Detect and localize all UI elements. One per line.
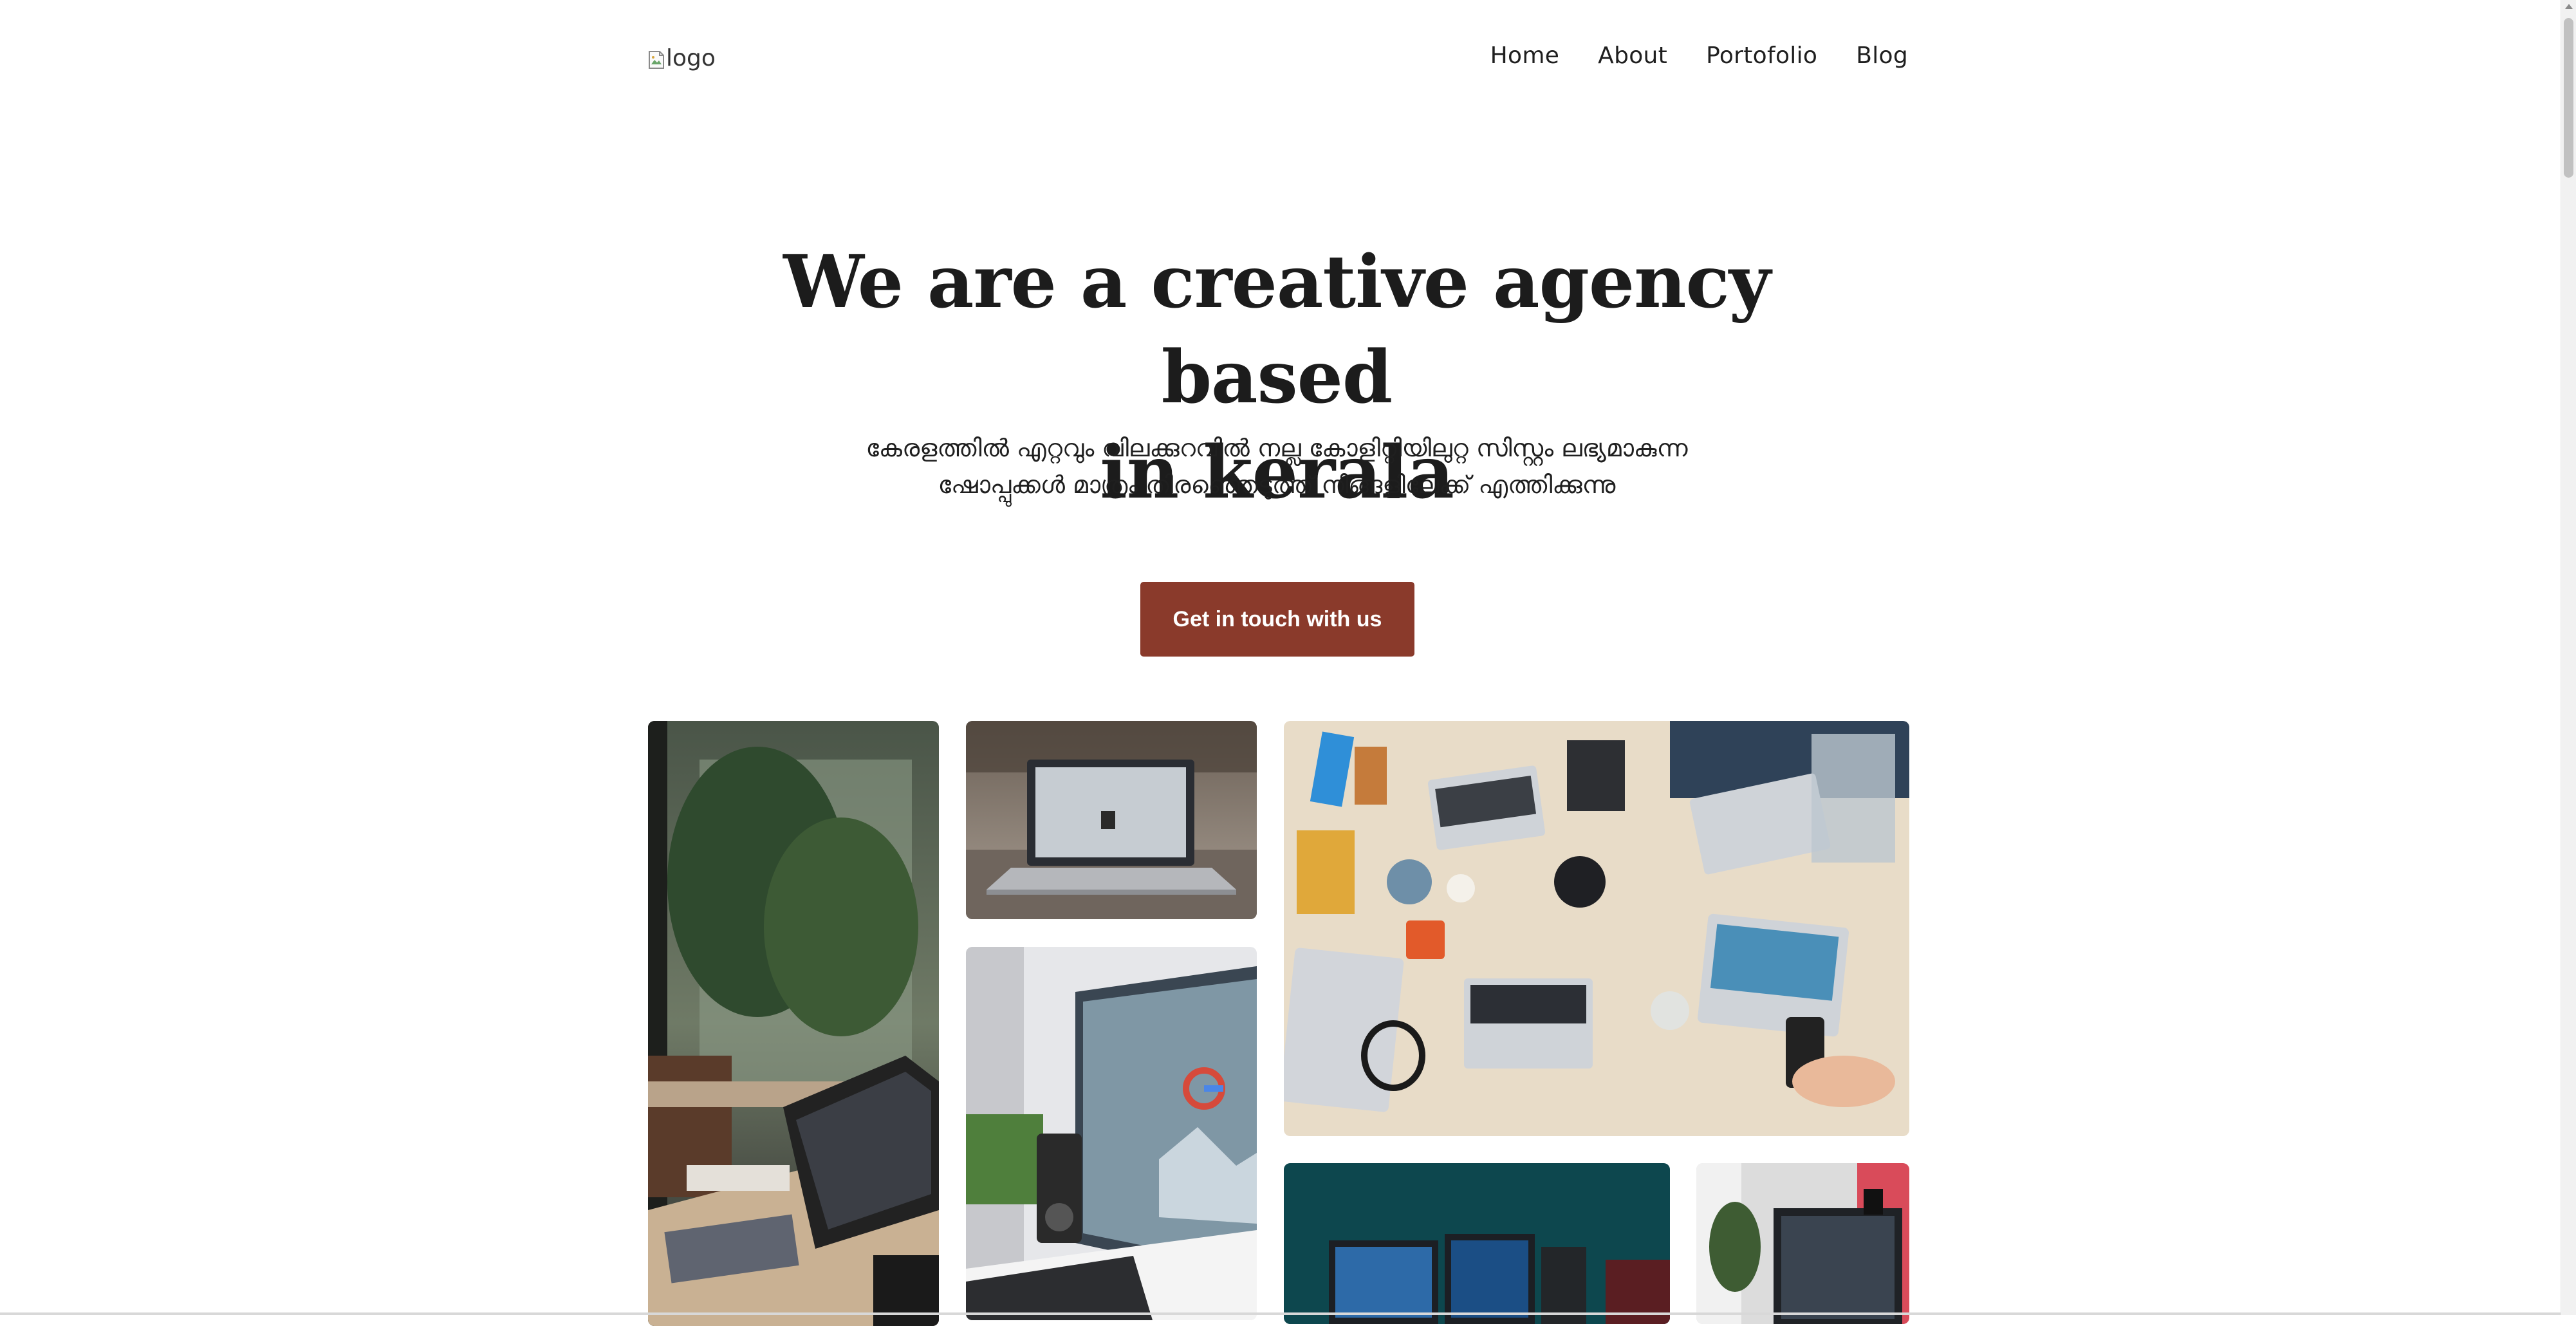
laptop-on-table-photo (966, 721, 1257, 919)
monitor-google-photo (966, 947, 1257, 1320)
scroll-up-arrow-icon[interactable] (2565, 4, 2573, 9)
nav-portfolio[interactable]: Portofolio (1706, 42, 1817, 69)
monitor-red-light-photo (1696, 1163, 1909, 1324)
vertical-scrollbar[interactable] (2561, 0, 2576, 1315)
nav-blog[interactable]: Blog (1856, 42, 1908, 69)
gallery-image-monitor (966, 947, 1257, 1320)
teal-gaming-setup-photo (1284, 1163, 1670, 1324)
hero-subtitle-line-2: ഷോപ്പുക്കൾ മാത്രം തിരഞ്ഞെടുത്ത് നിങ്ങളില… (938, 471, 1616, 499)
desk-plants-laptop-photo (648, 721, 939, 1326)
page: logo Home About Portofolio Blog We are a… (0, 0, 2561, 1326)
gallery-image-laptop (966, 721, 1257, 919)
nav-home[interactable]: Home (1490, 42, 1560, 69)
site-logo[interactable]: logo (648, 45, 716, 71)
hero-title-line-1: We are a creative agency based (783, 240, 1771, 420)
hero-subtitle: കേരളത്തിൽ എറ്റവും വിലക്കുറവിൽ നല്ല കോളിറ… (772, 430, 1781, 503)
gallery-image-red-light-monitor (1696, 1163, 1909, 1324)
team-laptops-overhead-photo (1284, 721, 1909, 1136)
gallery-image-team-laptops (1284, 721, 1909, 1136)
scrollbar-thumb[interactable] (2564, 18, 2573, 178)
broken-image-icon (648, 49, 665, 69)
gallery-image-teal-setup (1284, 1163, 1670, 1324)
main-nav: Home About Portofolio Blog (1490, 42, 1908, 69)
bottom-divider (0, 1312, 2561, 1315)
get-in-touch-button[interactable]: Get in touch with us (1140, 582, 1414, 657)
logo-alt-text: logo (666, 45, 716, 71)
nav-about[interactable]: About (1598, 42, 1667, 69)
gallery-image-desk-plants (648, 721, 939, 1326)
hero-subtitle-line-1: കേരളത്തിൽ എറ്റവും വിലക്കുറവിൽ നല്ല കോളിറ… (866, 434, 1688, 462)
